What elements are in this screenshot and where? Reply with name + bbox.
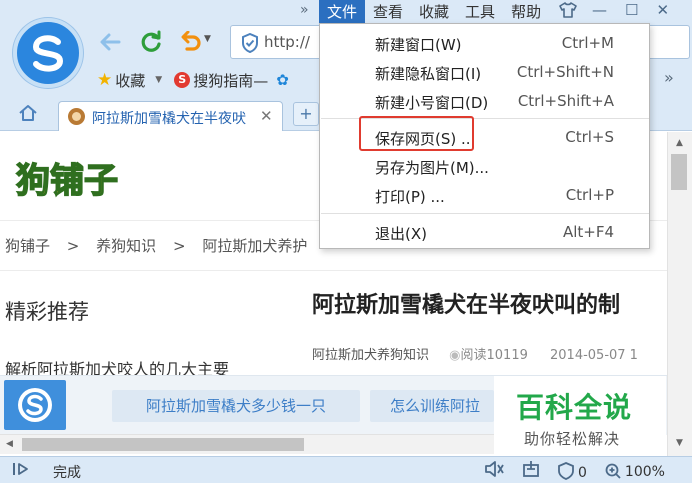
site-logo[interactable]: 狗铺子 xyxy=(14,146,194,212)
menu-item-new-window[interactable]: 新建窗口(W) Ctrl+M xyxy=(320,28,649,58)
menu-item-new-alt-window[interactable]: 新建小号窗口(D) Ctrl+Shift+A xyxy=(320,86,649,116)
star-icon: ★ xyxy=(97,70,113,90)
close-window-icon[interactable]: ✕ xyxy=(656,1,669,19)
home-icon[interactable] xyxy=(18,104,38,127)
status-tools: 0 100% xyxy=(484,460,665,482)
menu-separator xyxy=(321,213,649,214)
breadcrumb-item[interactable]: 养狗知识 xyxy=(96,237,156,255)
speaker-icon[interactable] xyxy=(484,460,504,482)
breadcrumb: 狗铺子 > 养狗知识 > 阿拉斯加犬养护 xyxy=(5,235,307,256)
adblock-status[interactable]: 0 xyxy=(558,461,587,481)
divider xyxy=(0,270,667,271)
scrollbar-thumb[interactable] xyxy=(671,154,687,190)
article-views: 阅读10119 xyxy=(460,348,528,363)
menu-help[interactable]: 帮助 xyxy=(503,0,549,24)
file-menu-dropdown: 新建窗口(W) Ctrl+M 新建隐私窗口(I) Ctrl+Shift+N 新建… xyxy=(319,23,650,249)
sogou-icon: S xyxy=(174,72,191,88)
status-bar: 完成 0 100% xyxy=(0,456,692,483)
chevron-down-icon[interactable]: ▼ xyxy=(155,75,162,85)
address-text[interactable]: http:// xyxy=(264,33,310,51)
menu-file[interactable]: 文件 xyxy=(319,0,366,24)
paw-icon[interactable]: ✿ xyxy=(276,71,289,89)
bookmarks-bar: ★ 收藏 ▼ S 搜狗指南— ✿ xyxy=(97,66,289,94)
back-arrow-icon[interactable] xyxy=(96,28,124,56)
save-page-highlight-box xyxy=(359,116,474,151)
recommend-link[interactable]: 阿拉斯加雪橇犬多少钱一只 xyxy=(112,390,360,422)
adblock-count: 0 xyxy=(578,464,587,481)
window-controls: — ☐ ✕ xyxy=(592,1,669,19)
scrollbar-thumb[interactable] xyxy=(22,438,304,451)
sogou-browser-logo[interactable] xyxy=(13,18,83,88)
breadcrumb-item[interactable]: 阿拉斯加犬养护 xyxy=(202,237,307,255)
breadcrumb-item[interactable]: 狗铺子 xyxy=(5,237,50,255)
maximize-icon[interactable]: ☐ xyxy=(625,1,638,19)
dog-favicon-icon xyxy=(68,108,85,125)
minimize-icon[interactable]: — xyxy=(592,1,607,19)
eye-icon: ◉ xyxy=(449,348,461,363)
menu-item-save-as-image[interactable]: 另存为图片(M)... xyxy=(320,151,649,181)
bookmark-sogou-guide[interactable]: 搜狗指南— xyxy=(193,70,268,91)
watermark: 百科全说 助你轻松解决 xyxy=(494,376,666,456)
article-meta: 阿拉斯加犬养狗知识 ◉阅读10119 2014-05-07 1 xyxy=(312,344,638,363)
menu-bar: 文件 查看 收藏 工具 帮助 xyxy=(319,0,577,24)
new-tab-button[interactable]: + xyxy=(293,102,319,126)
skin-shirt-icon[interactable] xyxy=(559,2,577,22)
menu-view[interactable]: 查看 xyxy=(365,0,411,24)
tab-title[interactable]: 阿拉斯加雪橇犬在半夜吠 xyxy=(92,108,252,128)
scroll-down-icon[interactable]: ▼ xyxy=(676,438,683,448)
breadcrumb-separator: > xyxy=(172,237,186,255)
menu-item-exit[interactable]: 退出(X) Alt+F4 xyxy=(320,217,649,247)
status-text: 完成 xyxy=(53,465,81,481)
undo-close-tab-icon[interactable] xyxy=(176,28,204,56)
zoom-level: 100% xyxy=(624,463,665,480)
scroll-left-icon[interactable]: ◀ xyxy=(6,439,13,449)
menu-favorites[interactable]: 收藏 xyxy=(411,0,457,24)
menu-more-chevron-icon[interactable]: » xyxy=(300,2,309,18)
svg-text:狗铺子: 狗铺子 xyxy=(16,161,118,201)
favorites-button[interactable]: 收藏 xyxy=(115,70,145,91)
close-icon[interactable]: ✕ xyxy=(260,107,273,125)
chevron-down-icon[interactable]: ▼ xyxy=(204,34,211,44)
sidebar-toggle-icon[interactable] xyxy=(12,461,30,481)
breadcrumb-separator: > xyxy=(66,237,80,255)
watermark-subtitle: 助你轻松解决 xyxy=(524,430,621,448)
article-category[interactable]: 阿拉斯加犬养狗知识 xyxy=(312,348,429,363)
zoom-control[interactable]: 100% xyxy=(605,463,665,480)
scroll-up-icon[interactable]: ▲ xyxy=(676,138,683,148)
vertical-scrollbar[interactable]: ▲ ▼ xyxy=(667,132,692,456)
article-date: 2014-05-07 1 xyxy=(550,348,638,363)
horizontal-scrollbar[interactable]: ◀ xyxy=(0,434,494,454)
article-title: 阿拉斯加雪橇犬在半夜吠叫的制 xyxy=(312,293,621,318)
menu-item-new-private-window[interactable]: 新建隐私窗口(I) Ctrl+Shift+N xyxy=(320,57,649,87)
menu-item-print[interactable]: 打印(P) ... Ctrl+P xyxy=(320,180,649,210)
refresh-icon[interactable] xyxy=(137,28,165,56)
featured-heading: 精彩推荐 xyxy=(5,300,89,324)
extension-icon[interactable] xyxy=(522,460,540,482)
watermark-title: 百科全说 xyxy=(516,391,633,424)
security-shield-icon[interactable] xyxy=(241,32,259,57)
tab-active[interactable]: 阿拉斯加雪橇犬在半夜吠 ✕ xyxy=(58,101,283,131)
bookmarks-more-chevron-icon[interactable]: » xyxy=(664,68,674,87)
sogou-search-icon[interactable] xyxy=(4,380,66,430)
recommend-link[interactable]: 怎么训练阿拉 xyxy=(370,390,494,422)
menu-tools[interactable]: 工具 xyxy=(457,0,503,24)
